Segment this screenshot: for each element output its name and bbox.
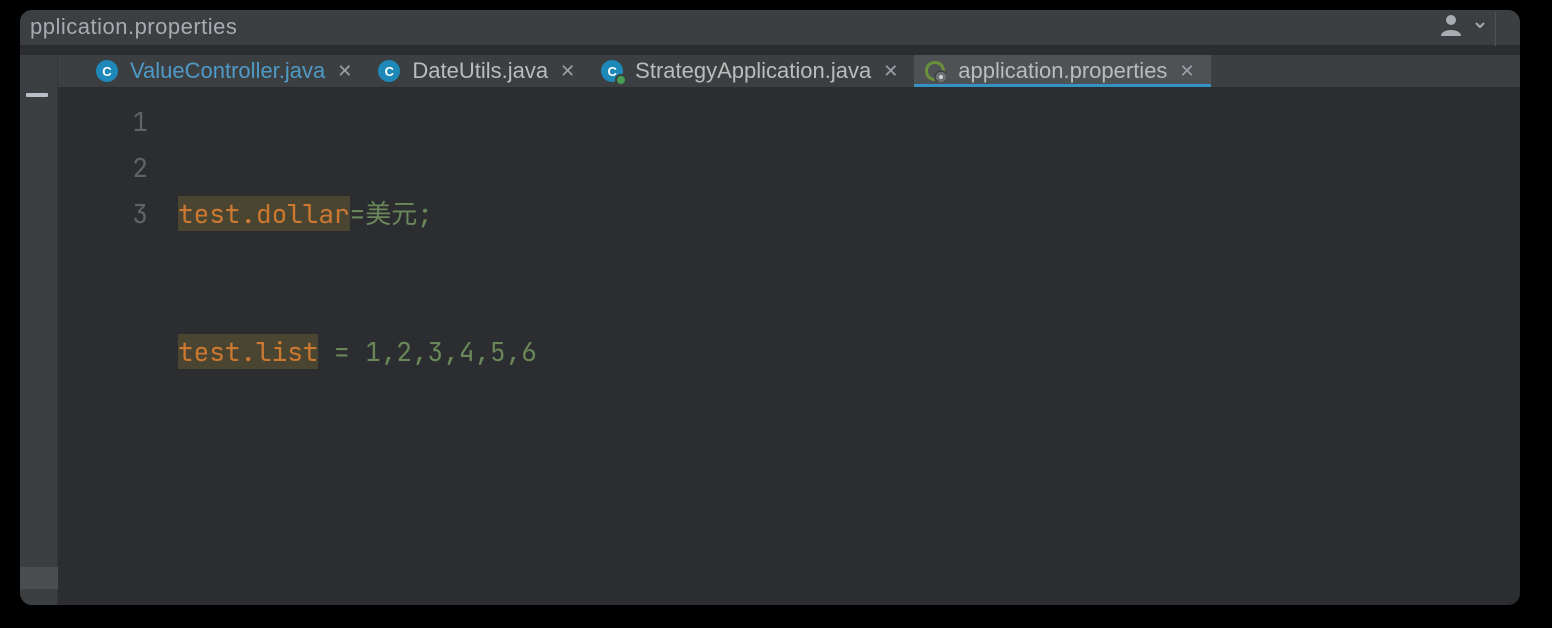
code-line: test.dollar=美元; [178, 191, 537, 237]
property-key: test.list [178, 334, 318, 369]
line-number: 3 [58, 191, 148, 237]
spring-boot-class-icon: C [601, 60, 623, 82]
ide-body: C ValueController.java ✕ C DateUtils.jav… [20, 55, 1520, 605]
code-line: test.list = 1,2,3,4,5,6 [178, 329, 537, 375]
line-number-gutter: 1 2 3 [58, 87, 178, 605]
editor-area[interactable]: 1 2 3 test.dollar=美元; test.list = 1,2,3,… [58, 87, 1520, 605]
editor-tabs: C ValueController.java ✕ C DateUtils.jav… [58, 55, 1520, 87]
property-value: 1,2,3,4,5,6 [365, 334, 537, 369]
tab-value-controller[interactable]: C ValueController.java ✕ [86, 55, 368, 87]
chevron-down-icon [1474, 19, 1486, 31]
property-sep: = [318, 334, 365, 369]
java-class-icon: C [96, 60, 118, 82]
tab-application-properties[interactable]: application.properties ✕ [914, 55, 1210, 87]
tab-label: DateUtils.java [412, 58, 548, 84]
left-tool-gutter [20, 55, 58, 605]
editor-main: C ValueController.java ✕ C DateUtils.jav… [58, 55, 1520, 605]
ide-window: pplication.properties C ValueController.… [20, 10, 1520, 605]
property-value: 美元; [365, 196, 433, 231]
close-icon[interactable]: ✕ [337, 62, 352, 80]
titlebar-divider [1495, 12, 1496, 46]
close-icon[interactable]: ✕ [1179, 62, 1194, 80]
collapse-sidebar-button[interactable] [26, 93, 48, 97]
breadcrumb-fragment: pplication.properties [30, 14, 237, 40]
close-icon[interactable]: ✕ [883, 62, 898, 80]
property-sep: = [350, 196, 366, 231]
close-icon[interactable]: ✕ [560, 62, 575, 80]
property-key: test.dollar [178, 196, 350, 231]
tab-label: ValueController.java [130, 58, 325, 84]
line-number: 2 [58, 145, 148, 191]
avatar-icon [1440, 14, 1470, 36]
tab-date-utils[interactable]: C DateUtils.java ✕ [368, 55, 591, 87]
tool-window-stripe[interactable] [20, 567, 58, 589]
account-menu[interactable] [1440, 14, 1486, 36]
tab-label: StrategyApplication.java [635, 58, 871, 84]
java-class-icon: C [378, 60, 400, 82]
code-content[interactable]: test.dollar=美元; test.list = 1,2,3,4,5,6 [178, 87, 537, 605]
titlebar: pplication.properties [20, 10, 1520, 45]
tab-label: application.properties [958, 58, 1167, 84]
code-line [178, 467, 537, 513]
tab-strategy-application[interactable]: C StrategyApplication.java ✕ [591, 55, 914, 87]
spring-properties-icon [924, 60, 946, 82]
line-number: 1 [58, 99, 148, 145]
